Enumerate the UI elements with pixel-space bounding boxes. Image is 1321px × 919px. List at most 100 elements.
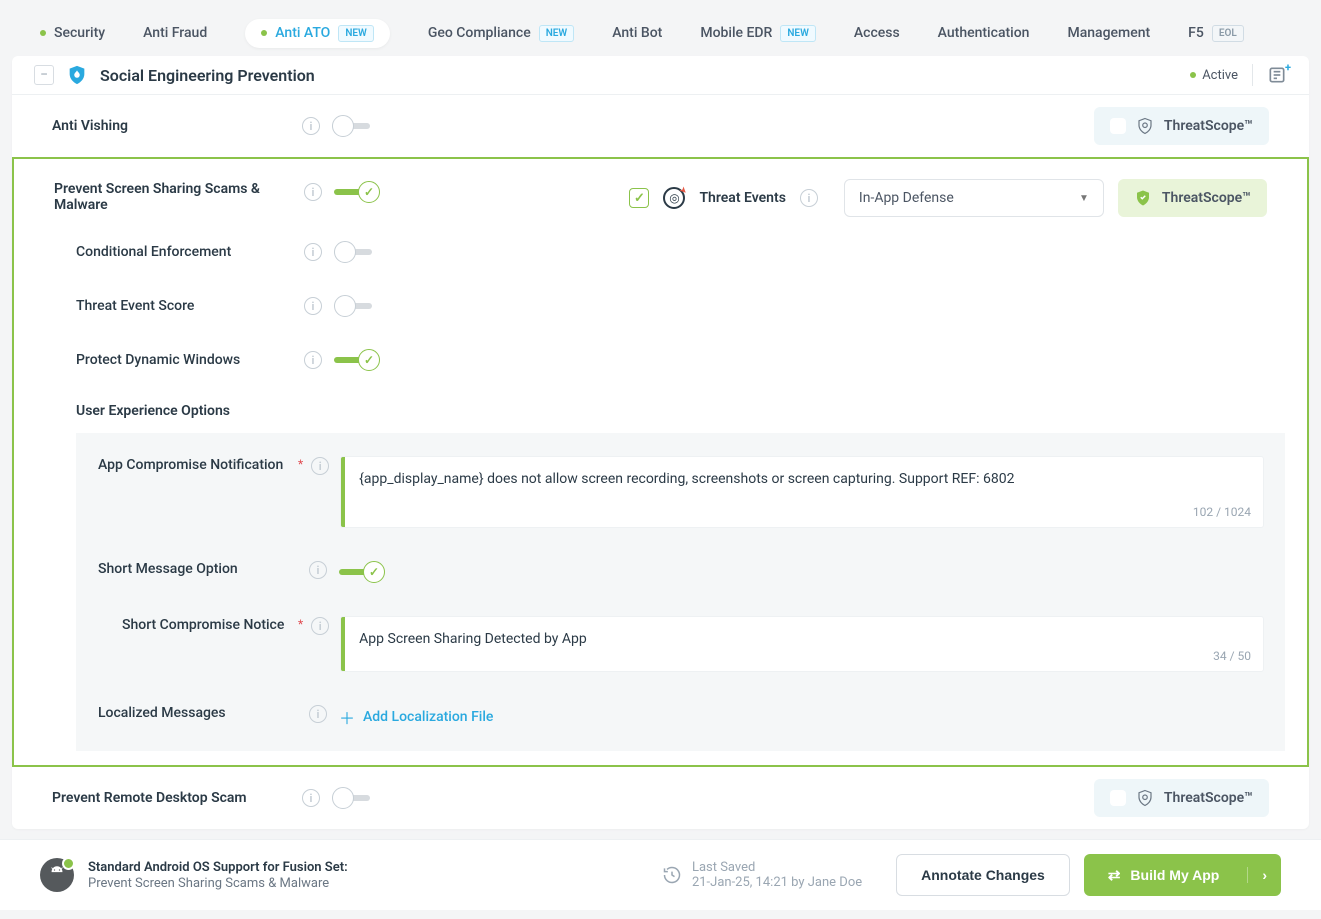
last-saved-value: 21-Jan-25, 14:21 by Jane Doe: [692, 875, 862, 890]
required-asterisk: *: [298, 457, 303, 471]
info-icon[interactable]: i: [302, 117, 320, 135]
chevron-right-icon[interactable]: ›: [1247, 867, 1281, 883]
android-icon: [40, 858, 74, 892]
app-compromise-textarea[interactable]: {app_display_name} does not allow screen…: [341, 457, 1263, 527]
add-localization-link[interactable]: ＋ Add Localization File: [339, 705, 493, 729]
chevron-down-icon: ▼: [1079, 193, 1089, 204]
ux-options-block: App Compromise Notification * i {app_dis…: [76, 433, 1285, 751]
row-prevent-screen-sharing: Prevent Screen Sharing Scams & Malware i…: [12, 157, 1309, 767]
tab-access[interactable]: Access: [854, 25, 900, 41]
tab-f5[interactable]: F5 EOL: [1188, 25, 1244, 42]
checkbox[interactable]: [1110, 118, 1126, 134]
threatscope-chip[interactable]: ThreatScope™: [1094, 779, 1269, 817]
settings-add-icon[interactable]: +: [1267, 65, 1287, 85]
shield-icon: [1136, 117, 1154, 135]
toggle-anti-vishing[interactable]: [332, 115, 378, 137]
info-icon[interactable]: i: [304, 243, 322, 261]
threat-events-select[interactable]: In-App Defense ▼: [844, 179, 1104, 217]
info-icon[interactable]: i: [309, 561, 327, 579]
row-label: App Compromise Notification: [98, 457, 298, 473]
threatscope-label: ThreatScope™: [1164, 790, 1253, 806]
plus-icon: ＋: [339, 705, 355, 729]
tab-anti-bot[interactable]: Anti Bot: [612, 25, 662, 41]
row-label: Short Message Option: [98, 561, 298, 577]
tab-anti-ato[interactable]: Anti ATO NEW: [245, 19, 390, 48]
last-saved-label: Last Saved: [692, 860, 862, 875]
shield-icon: [1136, 789, 1154, 807]
footer-bar: Standard Android OS Support for Fusion S…: [0, 839, 1321, 910]
spacer: [298, 705, 301, 719]
tab-mobile-edr[interactable]: Mobile EDR NEW: [700, 25, 816, 42]
tab-label: Authentication: [938, 25, 1030, 41]
toggle-prevent-remote[interactable]: [332, 787, 378, 809]
tab-management[interactable]: Management: [1067, 25, 1150, 41]
row-label: Conditional Enforcement: [76, 244, 304, 260]
status-dot-icon: [1190, 72, 1196, 78]
info-icon[interactable]: i: [304, 297, 322, 315]
ux-short-compromise-notice: Short Compromise Notice * i App Screen S…: [76, 617, 1285, 705]
new-badge: NEW: [780, 25, 816, 42]
target-icon: ◎➤: [663, 187, 685, 209]
panel-header: − Social Engineering Prevention Active +: [12, 56, 1309, 95]
char-counter: 34 / 50: [1213, 649, 1251, 663]
info-icon[interactable]: i: [311, 617, 329, 635]
row-label: Threat Event Score: [76, 298, 304, 314]
ux-short-message-option: Short Message Option i: [76, 561, 1285, 617]
toggle-protect-dynamic[interactable]: [334, 349, 380, 371]
status-dot-icon: [261, 30, 267, 36]
eol-badge: EOL: [1212, 25, 1244, 42]
toggle-threat-score[interactable]: [334, 295, 380, 317]
char-counter: 102 / 1024: [1193, 505, 1251, 519]
fusion-set-sub: Prevent Screen Sharing Scams & Malware: [88, 876, 329, 891]
threatscope-chip-active[interactable]: ThreatScope™: [1118, 179, 1267, 217]
row-anti-vishing: Anti Vishing i ThreatScope™: [12, 95, 1309, 157]
tab-authentication[interactable]: Authentication: [938, 25, 1030, 41]
tab-label: Access: [854, 25, 900, 41]
threat-events-checkbox[interactable]: ✓: [629, 188, 649, 208]
last-saved: Last Saved 21-Jan-25, 14:21 by Jane Doe: [662, 860, 862, 890]
select-value: In-App Defense: [859, 190, 954, 206]
tab-label: Anti Fraud: [143, 25, 207, 41]
panel-title: Social Engineering Prevention: [100, 66, 1190, 85]
ux-localized-messages: Localized Messages i ＋ Add Localization …: [76, 705, 1285, 729]
collapse-button[interactable]: −: [34, 65, 54, 85]
subrow-conditional-enforcement: Conditional Enforcement i: [76, 241, 1267, 263]
fusion-set-heading: Standard Android OS Support for Fusion S…: [88, 860, 348, 875]
tab-label: F5: [1188, 25, 1204, 41]
info-icon[interactable]: i: [800, 189, 818, 207]
new-badge: NEW: [539, 25, 575, 42]
required-asterisk: *: [298, 617, 303, 631]
spacer: [298, 561, 301, 575]
toggle-conditional[interactable]: [334, 241, 380, 263]
short-notice-textarea[interactable]: App Screen Sharing Detected by App 34 / …: [341, 617, 1263, 671]
status-active: Active: [1190, 68, 1238, 83]
info-icon[interactable]: i: [304, 183, 322, 201]
info-icon[interactable]: i: [311, 457, 329, 475]
tab-geo-compliance[interactable]: Geo Compliance NEW: [428, 25, 574, 42]
build-icon: ⇄: [1108, 866, 1121, 884]
info-icon[interactable]: i: [304, 351, 322, 369]
annotate-changes-button[interactable]: Annotate Changes: [896, 854, 1070, 896]
toggle-short-message[interactable]: [339, 561, 385, 583]
tab-security[interactable]: Security: [40, 25, 105, 41]
threat-events-label: Threat Events: [699, 190, 785, 206]
threatscope-label: ThreatScope™: [1164, 118, 1253, 134]
checkbox[interactable]: [1110, 790, 1126, 806]
tab-anti-fraud[interactable]: Anti Fraud: [143, 25, 207, 41]
row-label: Short Compromise Notice: [98, 617, 298, 633]
build-my-app-button[interactable]: ⇄ Build My App ›: [1084, 854, 1281, 896]
row-label: Protect Dynamic Windows: [76, 352, 304, 368]
info-icon[interactable]: i: [302, 789, 320, 807]
subrow-threat-event-score: Threat Event Score i: [76, 295, 1267, 317]
row-prevent-remote-desktop: Prevent Remote Desktop Scam i ThreatScop…: [12, 767, 1309, 829]
info-icon[interactable]: i: [309, 705, 327, 723]
toggle-prevent-screen[interactable]: [334, 181, 380, 203]
shield-icon: [66, 64, 88, 86]
threatscope-label: ThreatScope™: [1162, 190, 1251, 206]
row-label: Anti Vishing: [52, 118, 302, 134]
threatscope-chip[interactable]: ThreatScope™: [1094, 107, 1269, 145]
subrow-protect-dynamic-windows: Protect Dynamic Windows i: [76, 349, 1267, 371]
tab-label: Security: [54, 25, 105, 41]
textarea-value: {app_display_name} does not allow screen…: [359, 471, 1249, 487]
history-icon: [662, 865, 682, 885]
